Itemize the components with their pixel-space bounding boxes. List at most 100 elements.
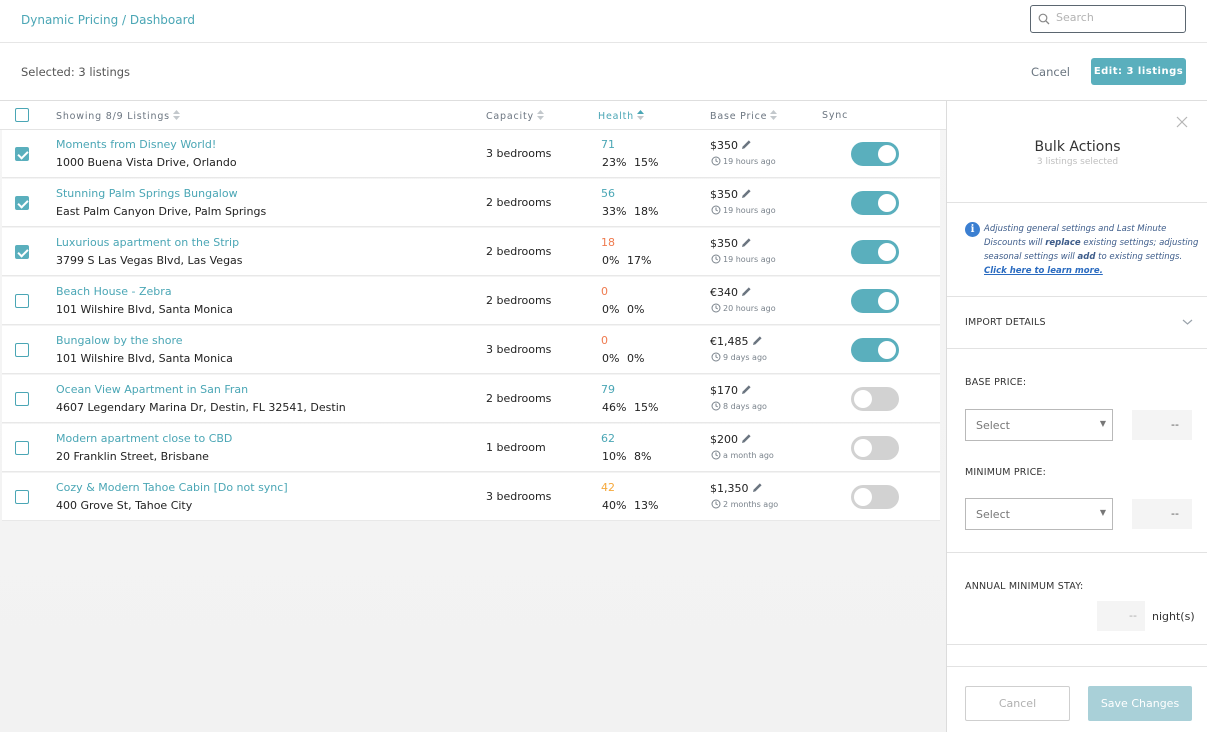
listing-name-link[interactable]: Luxurious apartment on the Strip [56, 236, 239, 249]
listing-name-link[interactable]: Cozy & Modern Tahoe Cabin [Do not sync] [56, 481, 288, 494]
last-updated: 19 hours ago [711, 205, 776, 215]
listing-name-link[interactable]: Beach House - Zebra [56, 285, 172, 298]
clock-icon [711, 352, 721, 362]
table-row[interactable]: Beach House - Zebra 101 Wilshire Blvd, Sa… [2, 277, 940, 325]
edit-price-icon[interactable] [741, 433, 752, 444]
column-header-listings-label: Showing 8/9 Listings [56, 111, 170, 122]
base-price-value: $1,350 [710, 482, 749, 495]
base-price-label: BASE PRICE: [965, 377, 1027, 388]
toggle-knob [878, 145, 896, 163]
base-price-select[interactable]: Select ▼ [965, 409, 1113, 441]
table-row[interactable]: Stunning Palm Springs Bungalow East Palm … [2, 179, 940, 227]
edit-price-icon[interactable] [752, 482, 763, 493]
edit-price-icon[interactable] [741, 139, 752, 150]
listing-capacity: 3 bedrooms [486, 147, 552, 160]
sync-toggle[interactable] [851, 338, 899, 362]
health-score: 56 [601, 187, 615, 200]
sync-toggle[interactable] [851, 289, 899, 313]
edit-price-icon[interactable] [741, 286, 752, 297]
search-input[interactable] [1056, 11, 1181, 24]
annual-minimum-stay-input[interactable]: -- [1097, 601, 1145, 631]
last-updated: 19 hours ago [711, 254, 776, 264]
listing-capacity: 1 bedroom [486, 441, 546, 454]
cancel-selection-button[interactable]: Cancel [1031, 65, 1070, 79]
edit-price-icon[interactable] [741, 384, 752, 395]
minimum-price-select-value: Select [976, 508, 1010, 521]
minimum-price-select[interactable]: Select ▼ [965, 498, 1113, 530]
row-checkbox[interactable] [15, 245, 29, 259]
import-details-toggle[interactable]: IMPORT DETAILS [965, 317, 1046, 328]
save-changes-button[interactable]: Save Changes [1088, 686, 1192, 721]
row-checkbox[interactable] [15, 147, 29, 161]
health-score: 42 [601, 481, 615, 494]
dropdown-arrow-icon: ▼ [1099, 419, 1106, 428]
last-updated-text: 19 hours ago [723, 157, 776, 166]
edit-price-icon[interactable] [741, 188, 752, 199]
search-box[interactable] [1030, 5, 1186, 33]
edit-price-icon[interactable] [741, 237, 752, 248]
table-row[interactable]: Modern apartment close to CBD 20 Franklin… [2, 424, 940, 472]
health-score: 0 [601, 334, 608, 347]
listing-name-link[interactable]: Moments from Disney World! [56, 138, 216, 151]
base-price-cell: $350 [710, 139, 752, 152]
listing-address: 3799 S Las Vegas Blvd, Las Vegas [56, 254, 243, 267]
row-checkbox[interactable] [15, 294, 29, 308]
sync-toggle[interactable] [851, 142, 899, 166]
health-percentages: 0% 17% [602, 254, 652, 267]
health-score: 62 [601, 432, 615, 445]
base-price-cell: $350 [710, 188, 752, 201]
row-checkbox[interactable] [15, 196, 29, 210]
health-score: 71 [601, 138, 615, 151]
column-header-health-label: Health [598, 111, 634, 122]
listing-name-link[interactable]: Bungalow by the shore [56, 334, 183, 347]
health-percentages: 10% 8% [602, 450, 652, 463]
edit-listings-button[interactable]: Edit: 3 listings [1091, 58, 1186, 85]
minimum-price-input[interactable]: -- [1132, 499, 1192, 529]
table-row[interactable]: Moments from Disney World! 1000 Buena Vis… [2, 130, 940, 178]
last-updated: 20 hours ago [711, 303, 776, 313]
info-text-part: to existing settings. [1095, 252, 1183, 262]
edit-price-icon[interactable] [752, 335, 763, 346]
health-percentages: 40% 13% [602, 499, 659, 512]
search-icon [1038, 13, 1050, 25]
column-header-health[interactable]: Health [598, 110, 644, 122]
listing-name-link[interactable]: Modern apartment close to CBD [56, 432, 232, 445]
table-row[interactable]: Luxurious apartment on the Strip 3799 S L… [2, 228, 940, 276]
breadcrumb[interactable]: Dynamic Pricing / Dashboard [21, 13, 195, 27]
sync-toggle[interactable] [851, 191, 899, 215]
listing-name-link[interactable]: Ocean View Apartment in San Fran [56, 383, 248, 396]
listing-address: 400 Grove St, Tahoe City [56, 499, 193, 512]
row-checkbox[interactable] [15, 490, 29, 504]
info-message: Adjusting general settings and Last Minu… [984, 222, 1202, 278]
health-percentages: 33% 18% [602, 205, 659, 218]
divider [947, 202, 1207, 203]
column-header-base-price[interactable]: Base Price [710, 110, 778, 122]
listing-capacity: 2 bedrooms [486, 196, 552, 209]
row-checkbox[interactable] [15, 392, 29, 406]
listings-table: Showing 8/9 Listings Capacity Health Bas… [0, 101, 946, 732]
listing-name-link[interactable]: Stunning Palm Springs Bungalow [56, 187, 238, 200]
learn-more-link[interactable]: Click here to learn more. [984, 266, 1103, 276]
health-score: 79 [601, 383, 615, 396]
base-price-input[interactable]: -- [1132, 410, 1192, 440]
table-row[interactable]: Cozy & Modern Tahoe Cabin [Do not sync] 4… [2, 473, 940, 521]
select-all-checkbox[interactable] [15, 108, 29, 122]
close-icon[interactable] [1176, 116, 1188, 128]
annual-minimum-stay-label: ANNUAL MINIMUM STAY: [965, 581, 1084, 592]
cancel-button[interactable]: Cancel [965, 686, 1070, 721]
row-checkbox[interactable] [15, 441, 29, 455]
listing-capacity: 3 bedrooms [486, 343, 552, 356]
table-row[interactable]: Bungalow by the shore 101 Wilshire Blvd, … [2, 326, 940, 374]
row-checkbox[interactable] [15, 343, 29, 357]
base-price-cell: $350 [710, 237, 752, 250]
divider [947, 552, 1207, 553]
column-header-capacity[interactable]: Capacity [486, 110, 544, 122]
chevron-down-icon[interactable] [1182, 318, 1193, 326]
sync-toggle[interactable] [851, 485, 899, 509]
sync-toggle[interactable] [851, 436, 899, 460]
table-row[interactable]: Ocean View Apartment in San Fran 4607 Leg… [2, 375, 940, 423]
toggle-knob [878, 292, 896, 310]
sync-toggle[interactable] [851, 387, 899, 411]
sync-toggle[interactable] [851, 240, 899, 264]
column-header-listings[interactable]: Showing 8/9 Listings [56, 110, 180, 122]
